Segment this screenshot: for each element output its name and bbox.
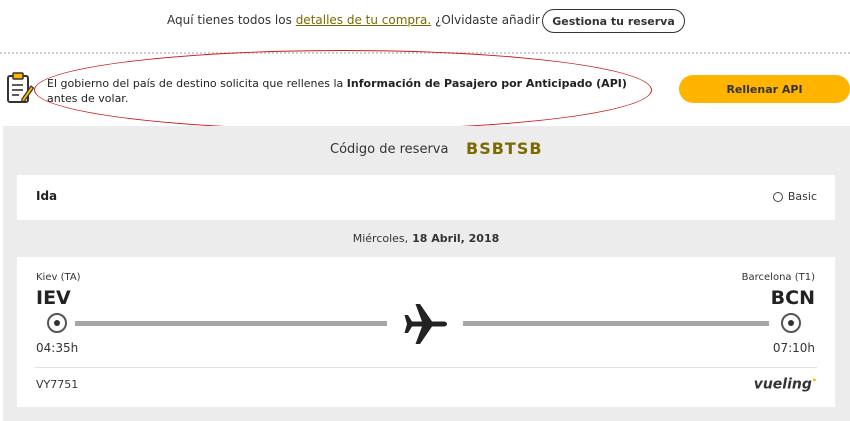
flight-date-bar: Miércoles, 18 Abril, 2018 [17, 220, 835, 257]
flight-number: VY7751 [36, 378, 79, 391]
destination-code: BCN [770, 287, 815, 309]
date-full: 18 Abril, 2018 [412, 232, 500, 245]
direction-label: Ida [36, 189, 58, 203]
route-line-right [463, 321, 769, 326]
purchase-details-link[interactable]: detalles de tu compra. [296, 13, 431, 27]
route-line-left [75, 321, 387, 326]
airline-logo: vueling• [754, 376, 817, 393]
date-weekday: Miércoles, [352, 232, 409, 245]
clipboard-icon [7, 72, 34, 103]
destination-marker-icon [781, 313, 801, 333]
summary-text-before: Aquí tienes todos los [167, 13, 292, 27]
card-divider [35, 367, 817, 368]
airplane-icon [404, 304, 447, 344]
dotted-separator [0, 52, 850, 54]
airline-logo-dot: • [811, 376, 817, 385]
booking-code-label: Código de reserva [330, 142, 449, 157]
destination-city: Barcelona (T1) [741, 272, 815, 283]
origin-code: IEV [36, 287, 71, 309]
radio-icon[interactable] [772, 191, 783, 202]
purchase-summary-text: Aquí tienes todos los detalles de tu com… [167, 13, 576, 27]
fare-label: Basic [787, 190, 817, 203]
arrival-time: 07:10h [772, 341, 815, 355]
origin-city: Kiev (TA) [36, 272, 81, 283]
api-text-bold: Información de Pasajero por Anticipado (… [346, 77, 627, 90]
flight-card: Ida Basic Miércoles, 18 Abril, 2018 Kiev… [17, 175, 835, 407]
top-bar: Aquí tienes todos los detalles de tu com… [0, 0, 850, 44]
flight-card-header: Ida Basic [17, 175, 835, 219]
api-text-before: El gobierno del país de destino solicita… [47, 77, 344, 90]
booking-code: BSBTSB [466, 139, 543, 158]
api-text-after: antes de volar. [47, 92, 129, 105]
departure-time: 04:35h [36, 341, 79, 355]
airline-name: vueling [753, 376, 812, 393]
origin-marker-icon [47, 313, 67, 333]
api-notice-text: El gobierno del país de destino solicita… [47, 76, 637, 106]
manage-booking-button[interactable]: Gestiona tu reserva [542, 9, 685, 33]
fill-api-button[interactable]: Rellenar API [679, 75, 850, 103]
fare-option[interactable]: Basic [772, 190, 817, 203]
